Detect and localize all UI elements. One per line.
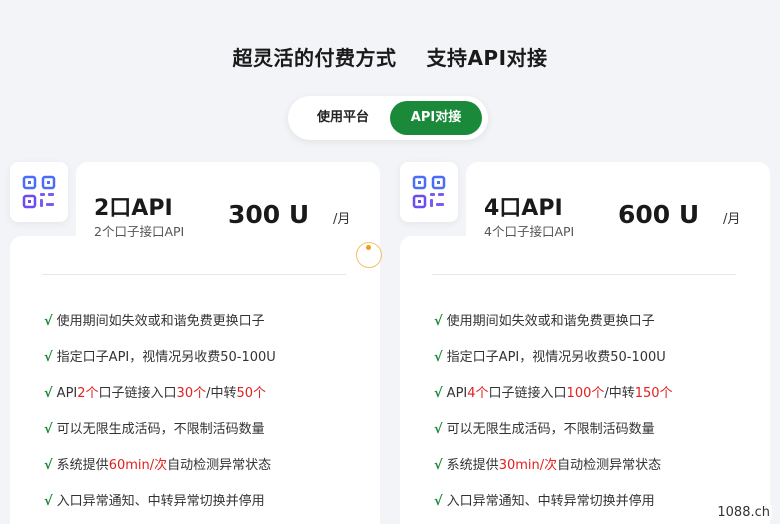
loading-spinner-icon xyxy=(356,242,382,268)
plan-description: 4个口子接口API xyxy=(484,224,575,239)
check-icon: √ xyxy=(434,314,443,329)
feature-item: √ 入口异常通知、中转异常切换并停用 xyxy=(434,494,655,509)
check-icon: √ xyxy=(44,422,53,437)
feature-item: √ 可以无限生成活码，不限制活码数量 xyxy=(44,422,265,437)
feature-item: √ 系统提供60min/次自动检测异常状态 xyxy=(44,458,272,473)
check-icon: √ xyxy=(44,386,53,401)
check-icon: √ xyxy=(434,386,443,401)
plan-name: 2口API xyxy=(94,196,173,221)
tab-use-platform[interactable]: 使用平台 xyxy=(298,101,388,135)
feature-item: √ 指定口子API，视情况另收费50-100U xyxy=(434,350,666,365)
headline-api-support: 支持API对接 xyxy=(426,46,548,70)
tab-api-integration[interactable]: API对接 xyxy=(390,101,482,135)
plan-card-2port: 2口API 2个口子接口API 300 U /月 √ 使用期间如失效或和谐免费更换… xyxy=(10,160,380,524)
check-icon: √ xyxy=(44,494,53,509)
divider xyxy=(42,274,346,275)
feature-list: √ 使用期间如失效或和谐免费更换口子 √ 指定口子API，视情况另收费50-100U… xyxy=(434,312,673,524)
check-icon: √ xyxy=(434,458,443,473)
plan-card-4port: 4口API 4个口子接口API 600 U /月 √ 使用期间如失效或和谐免费更换… xyxy=(400,160,770,524)
feature-item: √ 入口异常通知、中转异常切换并停用 xyxy=(44,494,265,509)
plan-description: 2个口子接口API xyxy=(94,224,185,239)
qr-code-icon xyxy=(400,162,458,222)
check-icon: √ xyxy=(434,422,443,437)
feature-item: √ 指定口子API，视情况另收费50-100U xyxy=(44,350,276,365)
qr-code-icon xyxy=(10,162,68,222)
feature-item: √ 使用期间如失效或和谐免费更换口子 xyxy=(44,314,265,329)
plan-price: 600 U xyxy=(618,200,700,229)
feature-item: √ API2个口子链接入口30个/中转50个 xyxy=(44,386,267,401)
feature-item: √ 使用期间如失效或和谐免费更换口子 xyxy=(434,314,655,329)
divider xyxy=(432,274,736,275)
plan-price-unit: /月 xyxy=(333,212,351,227)
feature-item: √ 可以无限生成活码，不限制活码数量 xyxy=(434,422,655,437)
feature-item: √ API4个口子链接入口100个/中转150个 xyxy=(434,386,673,401)
feature-list: √ 使用期间如失效或和谐免费更换口子 √ 指定口子API，视情况另收费50-100U… xyxy=(44,312,276,524)
watermark-text: 1088.ch xyxy=(715,505,772,520)
feature-item: √ 系统提供30min/次自动检测异常状态 xyxy=(434,458,662,473)
check-icon: √ xyxy=(44,458,53,473)
check-icon: √ xyxy=(434,350,443,365)
page-headline: 超灵活的付费方式 支持API对接 xyxy=(0,42,780,71)
plan-price-unit: /月 xyxy=(723,212,741,227)
check-icon: √ xyxy=(434,494,443,509)
headline-flexible-payment: 超灵活的付费方式 xyxy=(232,46,397,70)
check-icon: √ xyxy=(44,314,53,329)
mode-toggle: 使用平台 API对接 xyxy=(288,96,488,140)
check-icon: √ xyxy=(44,350,53,365)
plan-price: 300 U xyxy=(228,200,310,229)
plan-name: 4口API xyxy=(484,196,563,221)
